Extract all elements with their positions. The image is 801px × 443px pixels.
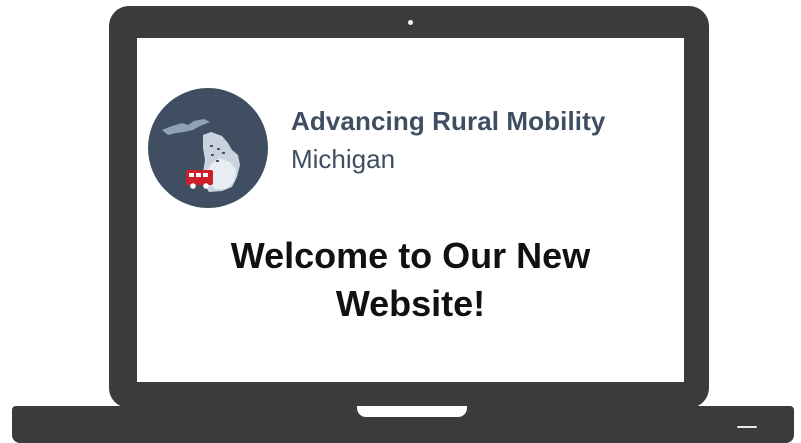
- laptop-screen: Advancing Rural Mobility Michigan Welcom…: [137, 38, 684, 382]
- webcam-icon: [408, 20, 413, 25]
- laptop-trackpad-notch: [357, 406, 467, 417]
- laptop-illustration: Advancing Rural Mobility Michigan Welcom…: [0, 0, 801, 443]
- brand-title: Advancing Rural Mobility: [291, 106, 606, 136]
- brand-subtitle: Michigan: [291, 144, 396, 174]
- laptop-base-indicator: [737, 426, 757, 428]
- welcome-headline-line-2: Website!: [335, 283, 486, 324]
- welcome-headline: Welcome to Our New Website!: [137, 232, 684, 328]
- michigan-bus-logo-icon: [148, 88, 268, 208]
- welcome-headline-line-1: Welcome to Our New: [230, 235, 591, 276]
